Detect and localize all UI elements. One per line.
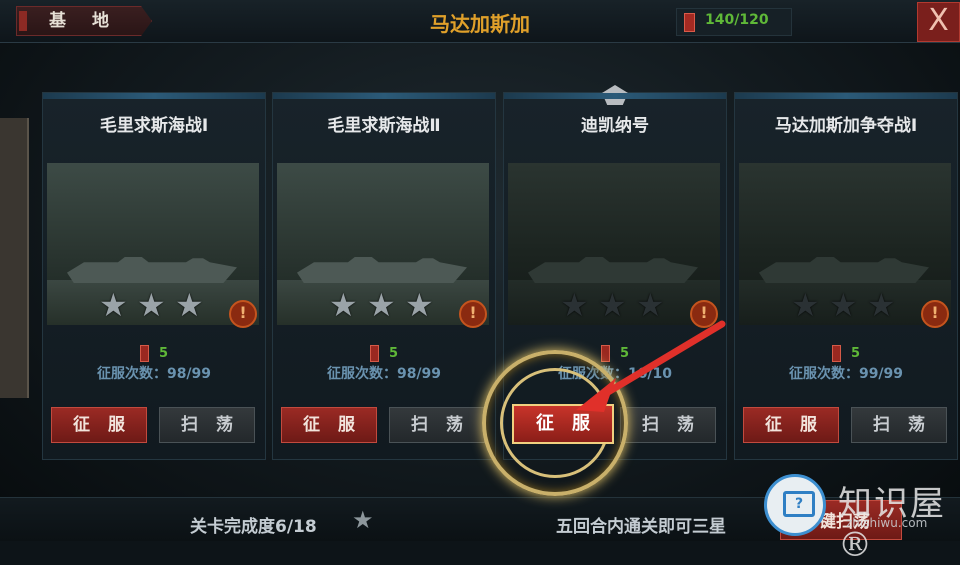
stage-cost: 5 [735, 343, 957, 362]
alert-icon[interactable]: ! [459, 300, 487, 328]
energy-value: 140/120 [705, 12, 769, 28]
star-icon: ★ [405, 286, 434, 324]
conquer-count: 征服次数：98/99 [326, 366, 442, 382]
energy-icon [831, 345, 841, 362]
top-bar: 基 地 马达加斯加 140/120 X [0, 0, 960, 43]
conquer-button[interactable]: 征服 [51, 407, 147, 443]
page-title: 马达加斯加 [430, 12, 530, 36]
base-button-label: 基 地 [49, 11, 119, 31]
energy-counter: 140/120 [676, 8, 792, 36]
energy-icon [139, 345, 149, 362]
star-icon: ★ [560, 286, 589, 324]
close-button[interactable]: X [917, 2, 960, 42]
watermark-url: zhishiwu.com [846, 516, 928, 530]
conquer-count: 征服次数：99/99 [788, 366, 904, 382]
completion-progress: 关卡完成度6/18 [190, 517, 317, 537]
sweep-button[interactable]: 扫荡 [851, 407, 947, 443]
conquer-button[interactable]: 征服 [743, 407, 839, 443]
star-icon: ★ [829, 286, 858, 324]
left-side-panel[interactable] [0, 118, 29, 398]
stage-title: 毛里求斯海战Ⅰ [99, 116, 209, 136]
alert-icon[interactable]: ! [921, 300, 949, 328]
card-top-line [43, 93, 265, 99]
conquer-count: 征服次数：98/99 [96, 366, 212, 382]
card-top-line [735, 93, 957, 99]
three-star-hint: 五回合内通关即可三星 [556, 517, 726, 537]
star-icon: ★ [791, 286, 820, 324]
warship-icon [528, 257, 698, 283]
help-icon[interactable]: ? [764, 474, 826, 536]
star-icon: ★ [352, 506, 374, 534]
card-top-line [273, 93, 495, 99]
sweep-button[interactable]: 扫荡 [159, 407, 255, 443]
star-icon: ★ [367, 286, 396, 324]
star-icon: ★ [329, 286, 358, 324]
stage-card[interactable]: 马达加斯加争夺战Ⅰ ★ ★ ★ ! 5 征服次数：99/99 征服 扫荡 [734, 92, 958, 460]
warship-icon [67, 257, 237, 283]
stage-card[interactable]: 毛里求斯海战Ⅱ ★ ★ ★ ! 5 征服次数：98/99 征服 扫荡 [272, 92, 496, 460]
stage-card[interactable]: 毛里求斯海战Ⅰ ★ ★ ★ ! 5 征服次数：98/99 征服 扫荡 [42, 92, 266, 460]
star-icon: ★ [175, 286, 204, 324]
star-icon: ★ [137, 286, 166, 324]
base-button[interactable]: 基 地 [16, 6, 152, 36]
stage-cost: 5 [273, 343, 495, 362]
star-icon: ★ [867, 286, 896, 324]
energy-icon [684, 13, 695, 32]
alert-icon[interactable]: ! [229, 300, 257, 328]
sweep-button[interactable]: 扫荡 [389, 407, 485, 443]
card-top-line [504, 93, 726, 99]
conquer-button[interactable]: 征服 [281, 407, 377, 443]
stage-title: 迪凯纳号 [581, 116, 649, 136]
stage-cost: 5 [43, 343, 265, 362]
star-icon: ★ [636, 286, 665, 324]
energy-icon [369, 345, 379, 362]
stage-title: 马达加斯加争夺战Ⅰ [774, 116, 918, 136]
star-rating: ★ ★ ★ [329, 289, 437, 323]
star-rating: ★ ★ ★ [791, 289, 899, 323]
star-icon: ★ [598, 286, 627, 324]
warship-icon [297, 257, 467, 283]
pointer-arrow-icon [576, 320, 726, 412]
star-rating: ★ ★ ★ [99, 289, 207, 323]
star-icon: ★ [99, 286, 128, 324]
warship-icon [759, 257, 929, 283]
base-marker-icon [19, 11, 27, 31]
stage-title: 毛里求斯海战Ⅱ [327, 116, 441, 136]
